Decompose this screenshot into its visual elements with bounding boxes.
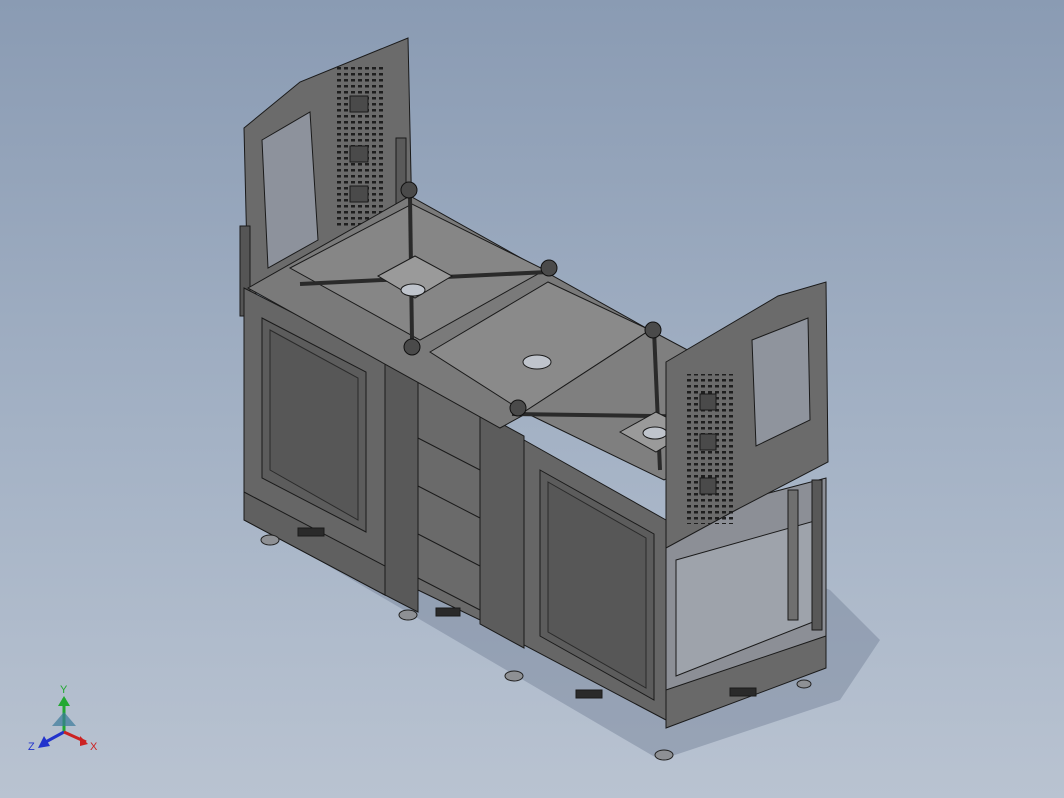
x-axis-label: X — [90, 741, 98, 753]
x-axis-arrow — [80, 736, 88, 746]
coordinate-triad-icon: Y Z X — [28, 684, 98, 753]
drawer-stack — [417, 377, 481, 621]
y-axis-label: Y — [60, 684, 68, 696]
z-axis-label: Z — [28, 741, 35, 753]
graphics-viewport[interactable]: Y Z X — [0, 0, 1064, 798]
cabinet-model[interactable] — [0, 0, 1064, 798]
y-axis-arrow — [58, 696, 70, 706]
